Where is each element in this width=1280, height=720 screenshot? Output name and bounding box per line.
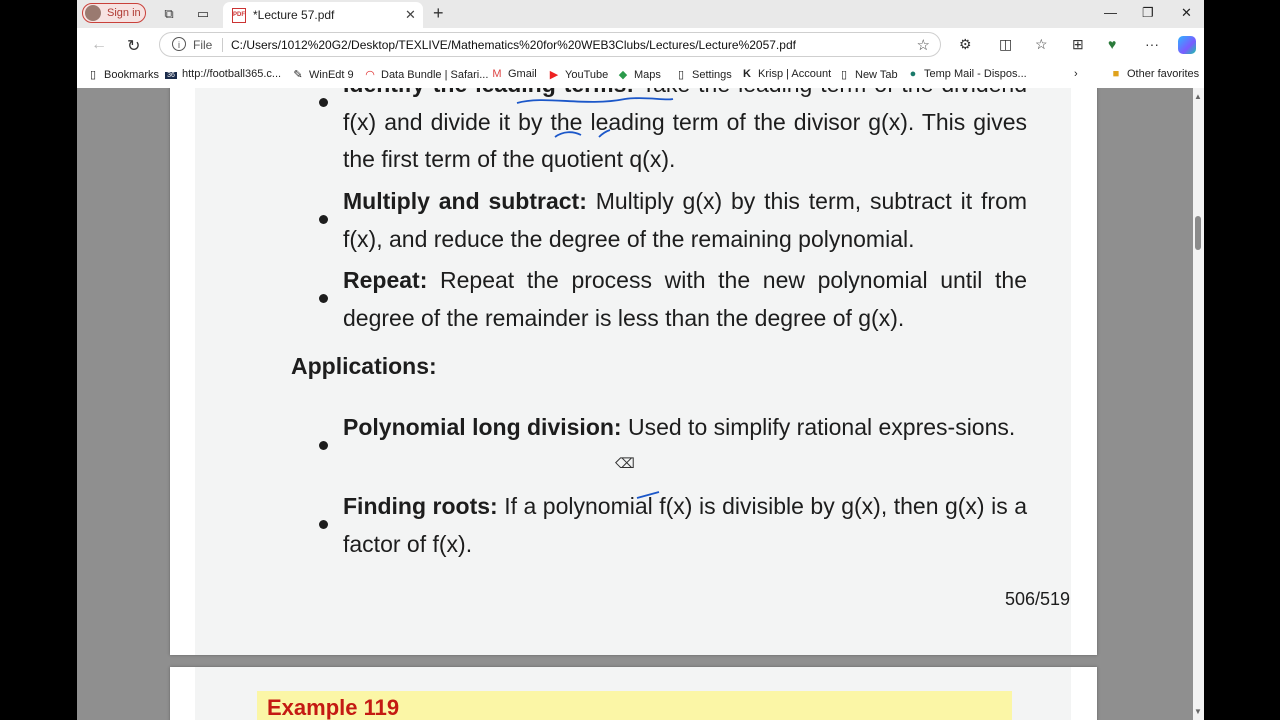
item-keyword: Polynomial long division: (343, 414, 622, 440)
list-item: Multiply and subtract: Multiply g(x) by … (343, 183, 1027, 258)
collections-icon[interactable]: ⊞ (1072, 36, 1084, 53)
url-text[interactable]: C:/Users/1012%20G2/Desktop/TEXLIVE/Mathe… (231, 38, 796, 52)
new-tab-button[interactable]: + (433, 3, 444, 24)
bookmark-data-bundle[interactable]: ◠ Data Bundle | Safari... (364, 68, 488, 81)
bookmark-maps[interactable]: ◆ Maps (617, 68, 661, 81)
site-icon: 36 (165, 72, 177, 79)
bookmarks-bar: ▯ Bookmarks 36 http://football365.c... ✎ Wi… (77, 61, 1204, 89)
bookmarks-overflow-chevron-icon[interactable]: › (1074, 68, 1078, 80)
scroll-down-arrow-icon[interactable]: ▼ (1194, 707, 1202, 716)
workspaces-icon[interactable]: ⧉ (161, 6, 177, 22)
item-keyword: Identify the leading terms: (343, 88, 634, 97)
bullet (319, 520, 328, 529)
maps-icon: ◆ (618, 69, 628, 81)
bullet (319, 441, 328, 450)
extensions-icon[interactable]: ⚙ (959, 36, 972, 53)
file-label: File (193, 38, 213, 52)
sign-in-label: Sign in (107, 7, 141, 19)
toolbar: ← ↻ i File C:/Users/1012%20G2/Desktop/TE… (77, 28, 1204, 61)
bullet (319, 215, 328, 224)
page-icon: ▯ (677, 69, 685, 81)
example-block: Example 119 (257, 691, 1012, 720)
info-icon[interactable]: i (172, 37, 186, 51)
bookmark-bookmarks[interactable]: ▯ Bookmarks (87, 68, 159, 81)
restore-button[interactable]: ❐ (1142, 5, 1154, 21)
favorite-star-icon[interactable]: ☆ (917, 36, 930, 54)
reload-button[interactable]: ↻ (127, 36, 140, 56)
item-text: Repeat the process with the new polynomi… (343, 267, 1028, 331)
pdf-page: Identify the leading terms: Take the lea… (170, 88, 1097, 655)
bookmark-youtube[interactable]: ▶ YouTube (548, 68, 608, 81)
bookmark-other-favorites[interactable]: ■ Other favorites (1110, 68, 1199, 80)
address-bar[interactable]: i File C:/Users/1012%20G2/Desktop/TEXLIV… (159, 32, 941, 57)
bookmark-football365[interactable]: 36 http://football365.c... (165, 68, 281, 80)
divider (222, 38, 223, 52)
list-item: Polynomial long division: Used to simpli… (343, 409, 1027, 447)
bookmark-settings[interactable]: ▯ Settings (675, 68, 732, 81)
winedt-icon: ✎ (293, 69, 303, 81)
list-item: Repeat: Repeat the process with the new … (343, 262, 1027, 337)
pdf-viewer[interactable]: Identify the leading terms: Take the lea… (77, 88, 1193, 720)
tab-close-icon[interactable]: ✕ (405, 7, 416, 23)
avatar (85, 5, 101, 21)
tab-bar: Sign in ⧉ ▭ PDF *Lecture 57.pdf ✕ + — ❐ … (77, 0, 1204, 28)
bookmark-new-tab[interactable]: ▯ New Tab (838, 68, 898, 81)
bookmark-krisp[interactable]: K Krisp | Account (741, 68, 831, 80)
more-menu-icon[interactable]: ··· (1145, 36, 1159, 52)
page-icon: ▯ (840, 69, 848, 81)
gmail-icon: M (492, 68, 502, 80)
bookmark-winedt[interactable]: ✎ WinEdt 9 (292, 68, 353, 81)
beamer-slide: Identify the leading terms: Take the lea… (195, 88, 1071, 655)
item-text: Take the leading term of the dividend f(… (343, 88, 1027, 172)
item-keyword: Multiply and subtract: (343, 188, 587, 214)
split-screen-icon[interactable]: ◫ (999, 36, 1012, 53)
youtube-icon: ▶ (549, 69, 559, 81)
browser-essentials-icon[interactable]: ♥ (1108, 36, 1116, 52)
item-text: Used to simplify rational expres-sions. (627, 414, 1016, 440)
applications-heading: Applications: (291, 353, 437, 379)
back-button[interactable]: ← (91, 36, 107, 54)
pdf-file-icon: PDF (232, 8, 246, 23)
bookmark-gmail[interactable]: M Gmail (491, 68, 536, 80)
minimize-button[interactable]: — (1104, 5, 1117, 20)
beamer-slide-next: Example 119 (195, 667, 1071, 720)
bullet (319, 294, 328, 303)
list-item: Finding roots: If a polynomial f(x) is d… (343, 488, 1027, 563)
bullet (319, 98, 328, 107)
bookmark-temp-mail[interactable]: ● Temp Mail - Dispos... (907, 68, 1027, 80)
item-keyword: Repeat: (343, 267, 428, 293)
tab-lecture-57[interactable]: PDF *Lecture 57.pdf ✕ (223, 2, 423, 28)
vertical-scrollbar[interactable]: ▲ ▼ (1193, 88, 1204, 720)
scrollbar-thumb[interactable] (1195, 216, 1201, 250)
browser-window: Sign in ⧉ ▭ PDF *Lecture 57.pdf ✕ + — ❐ … (77, 0, 1204, 720)
copilot-icon[interactable] (1178, 36, 1196, 54)
item-keyword: Finding roots: (343, 493, 498, 519)
tempmail-icon: ● (909, 68, 917, 80)
page-number: 506/519 (1005, 589, 1071, 609)
folder-icon: ■ (1112, 68, 1120, 80)
krisp-icon: K (743, 68, 751, 80)
pdf-page-next: Example 119 (170, 667, 1097, 720)
favorites-icon[interactable]: ☆ (1035, 36, 1048, 53)
scroll-up-arrow-icon[interactable]: ▲ (1194, 92, 1202, 101)
bookmark-icon: ▯ (89, 69, 97, 81)
tab-actions-icon[interactable]: ▭ (195, 6, 211, 22)
safaricom-icon: ◠ (365, 69, 375, 81)
tab-title: *Lecture 57.pdf (253, 8, 335, 22)
window-close-button[interactable]: ✕ (1181, 5, 1192, 21)
sign-in-button[interactable]: Sign in (82, 3, 146, 23)
example-title: Example 119 (267, 695, 400, 720)
eraser-cursor-icon: ⌫ (615, 455, 635, 471)
list-item: Identify the leading terms: Take the lea… (343, 88, 1027, 179)
